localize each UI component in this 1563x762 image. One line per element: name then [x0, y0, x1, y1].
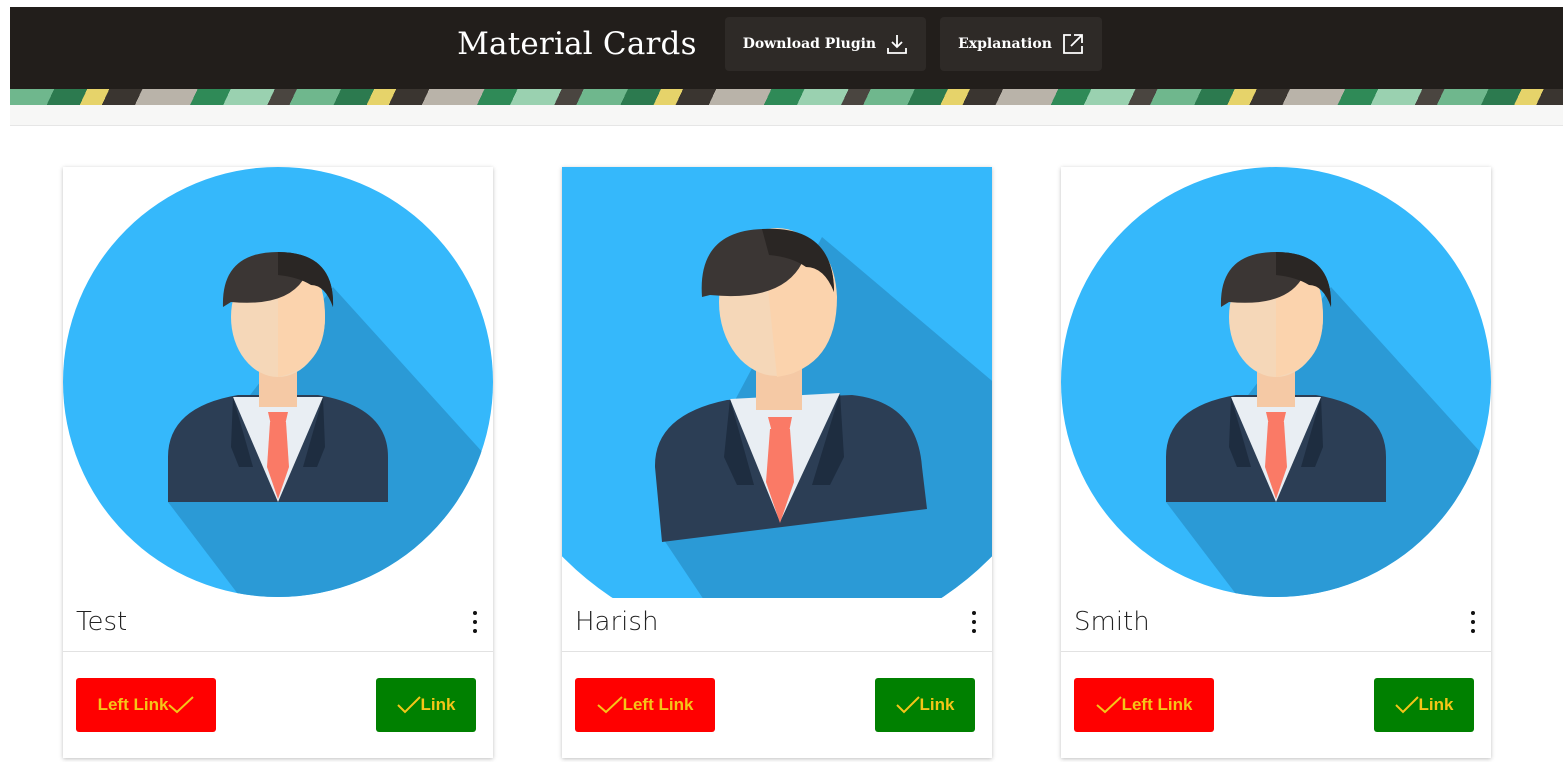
profile-card: Test Left Link Link — [63, 167, 493, 758]
card-title: Test — [76, 607, 128, 637]
left-link-button[interactable]: Left Link — [1074, 678, 1214, 732]
check-icon — [895, 696, 920, 714]
header-underbar — [10, 105, 1563, 126]
check-icon — [1394, 696, 1419, 714]
check-icon — [1095, 696, 1122, 714]
download-plugin-label: Download Plugin — [742, 36, 877, 52]
businessman-avatar-icon — [1061, 167, 1491, 597]
download-plugin-button[interactable]: Download Plugin — [724, 17, 927, 71]
check-icon — [396, 696, 421, 714]
decorative-pattern-stripe — [10, 89, 1563, 105]
profile-card: Smith Left Link Link — [1061, 167, 1491, 758]
page-title: Material Cards — [457, 26, 697, 62]
left-link-button[interactable]: Left Link — [575, 678, 715, 732]
explanation-label: Explanation — [958, 36, 1052, 52]
link-label: Link — [420, 695, 456, 714]
download-icon — [887, 35, 908, 54]
card-divider — [1061, 651, 1491, 652]
card-title: Harish — [575, 607, 659, 637]
left-link-label: Left Link — [1121, 695, 1193, 714]
profile-card: Harish Left Link Link — [562, 167, 992, 758]
external-link-icon — [1062, 34, 1083, 54]
left-link-button[interactable]: Left Link — [76, 678, 216, 732]
card-media — [1061, 167, 1491, 598]
check-icon — [596, 696, 623, 714]
card-media — [63, 167, 493, 598]
card-divider — [63, 651, 493, 652]
left-link-label: Left Link — [97, 695, 169, 714]
link-button[interactable]: Link — [875, 678, 975, 732]
card-title: Smith — [1074, 607, 1150, 637]
top-header: Material Cards Download Plugin Explanati… — [10, 7, 1563, 105]
more-vertical-icon[interactable] — [1469, 611, 1477, 633]
link-button[interactable]: Link — [1374, 678, 1474, 732]
businessman-avatar-icon — [63, 167, 493, 597]
card-media — [562, 167, 992, 598]
card-divider — [562, 651, 992, 652]
more-vertical-icon[interactable] — [970, 611, 978, 633]
link-label: Link — [919, 695, 955, 714]
link-label: Link — [1418, 695, 1454, 714]
explanation-button[interactable]: Explanation — [940, 17, 1102, 71]
left-link-label: Left Link — [622, 695, 694, 714]
businessman-avatar-icon — [562, 167, 992, 598]
check-icon — [168, 696, 195, 714]
more-vertical-icon[interactable] — [471, 611, 479, 633]
link-button[interactable]: Link — [376, 678, 476, 732]
